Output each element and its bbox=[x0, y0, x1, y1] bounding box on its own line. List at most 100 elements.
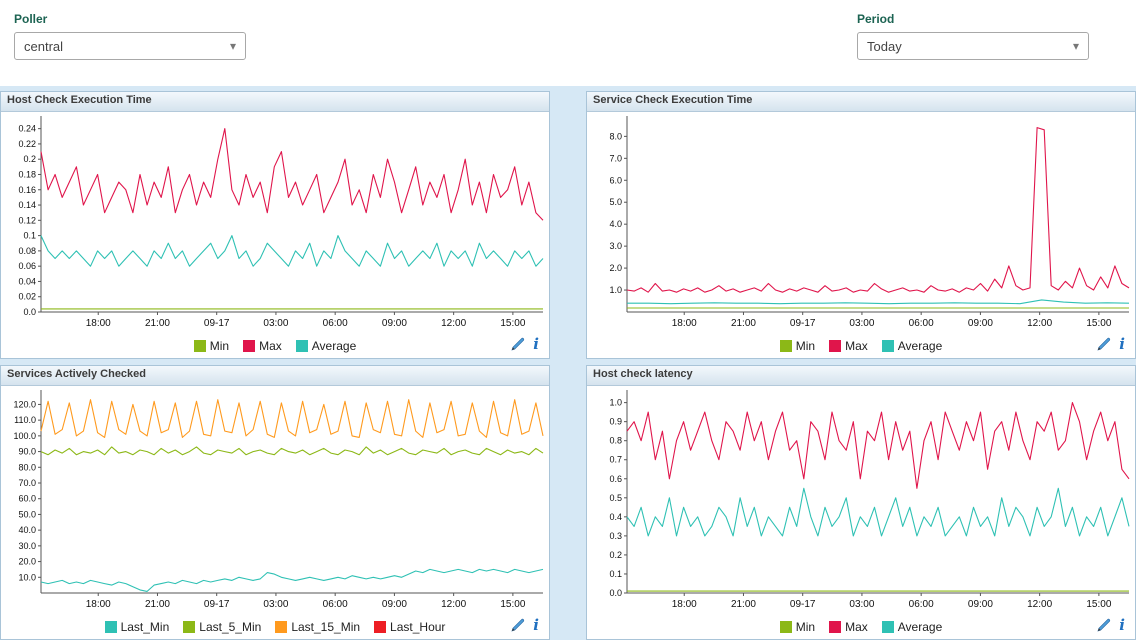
svg-text:0.02: 0.02 bbox=[18, 292, 36, 302]
svg-text:09:00: 09:00 bbox=[968, 599, 993, 610]
svg-text:0.04: 0.04 bbox=[18, 276, 36, 286]
svg-text:5.0: 5.0 bbox=[609, 197, 622, 207]
svg-text:90.0: 90.0 bbox=[18, 447, 36, 457]
poller-filter-group: Poller central ▾ bbox=[14, 12, 246, 60]
panel-title: Host Check Execution Time bbox=[1, 92, 549, 112]
svg-text:50.0: 50.0 bbox=[18, 509, 36, 519]
svg-text:0.8: 0.8 bbox=[609, 436, 622, 446]
pencil-icon[interactable] bbox=[511, 337, 525, 351]
svg-text:0.5: 0.5 bbox=[609, 493, 622, 503]
svg-text:0.08: 0.08 bbox=[18, 246, 36, 256]
svg-text:06:00: 06:00 bbox=[323, 599, 348, 610]
period-select[interactable]: Today ▾ bbox=[857, 32, 1089, 60]
svg-text:03:00: 03:00 bbox=[849, 599, 874, 610]
panel-footer: MinMaxAverage i bbox=[587, 615, 1135, 639]
poller-select[interactable]: central ▾ bbox=[14, 32, 246, 60]
svg-text:15:00: 15:00 bbox=[500, 599, 525, 610]
svg-text:0.2: 0.2 bbox=[23, 154, 36, 164]
svg-text:06:00: 06:00 bbox=[909, 318, 934, 329]
svg-text:0.22: 0.22 bbox=[18, 139, 36, 149]
svg-text:15:00: 15:00 bbox=[1086, 599, 1111, 610]
chart-host-check-execution-time: 0.00.020.040.060.080.10.120.140.160.180.… bbox=[1, 112, 549, 334]
poller-select-value: central bbox=[24, 39, 63, 54]
legend-item-last_hour: Last_Hour bbox=[374, 620, 445, 634]
legend-item-max: Max bbox=[829, 620, 868, 634]
legend-swatch-icon bbox=[296, 340, 308, 352]
svg-text:06:00: 06:00 bbox=[909, 599, 934, 610]
svg-text:0.3: 0.3 bbox=[609, 531, 622, 541]
svg-text:09:00: 09:00 bbox=[382, 318, 407, 329]
svg-text:12:00: 12:00 bbox=[1027, 318, 1052, 329]
panel-actions: i bbox=[1097, 337, 1125, 351]
legend-label: Max bbox=[845, 339, 868, 353]
legend-swatch-icon bbox=[183, 621, 195, 633]
svg-text:21:00: 21:00 bbox=[145, 318, 170, 329]
svg-text:0.0: 0.0 bbox=[609, 588, 622, 598]
svg-text:0.12: 0.12 bbox=[18, 215, 36, 225]
panel-title: Service Check Execution Time bbox=[587, 92, 1135, 112]
svg-text:0.1: 0.1 bbox=[23, 231, 36, 241]
svg-text:100.0: 100.0 bbox=[13, 431, 36, 441]
svg-text:30.0: 30.0 bbox=[18, 541, 36, 551]
legend-label: Max bbox=[845, 620, 868, 634]
legend-swatch-icon bbox=[829, 340, 841, 352]
legend-label: Min bbox=[210, 339, 229, 353]
svg-text:15:00: 15:00 bbox=[500, 318, 525, 329]
info-icon[interactable]: i bbox=[1119, 618, 1125, 632]
legend-item-max: Max bbox=[829, 339, 868, 353]
svg-text:0.2: 0.2 bbox=[609, 550, 622, 560]
svg-text:18:00: 18:00 bbox=[672, 318, 697, 329]
svg-text:1.0: 1.0 bbox=[609, 398, 622, 408]
svg-text:10.0: 10.0 bbox=[18, 572, 36, 582]
svg-text:60.0: 60.0 bbox=[18, 494, 36, 504]
legend-label: Average bbox=[898, 620, 942, 634]
chart-host-check-latency: 0.00.10.20.30.40.50.60.70.80.91.018:0021… bbox=[587, 386, 1135, 615]
svg-text:09:00: 09:00 bbox=[968, 318, 993, 329]
panel-host-check-execution-time: Host Check Execution Time 0.0 0.02 0.04 0.0… bbox=[0, 91, 550, 359]
svg-text:0.14: 0.14 bbox=[18, 200, 36, 210]
svg-text:18:00: 18:00 bbox=[86, 599, 111, 610]
svg-text:0.0: 0.0 bbox=[23, 307, 36, 317]
pencil-icon[interactable] bbox=[511, 618, 525, 632]
svg-text:0.4: 0.4 bbox=[609, 512, 622, 522]
legend-label: Average bbox=[898, 339, 942, 353]
panel-services-actively-checked: Services Actively Checked 10.020.030.040… bbox=[0, 365, 550, 640]
panel-actions: i bbox=[1097, 618, 1125, 632]
chevron-down-icon: ▾ bbox=[230, 39, 236, 53]
dashboard-grid: Host Check Execution Time 0.0 0.02 0.04 0.0… bbox=[0, 86, 1136, 640]
pencil-icon[interactable] bbox=[1097, 618, 1111, 632]
panel-footer: MinMaxAverage i bbox=[587, 334, 1135, 358]
svg-text:4.0: 4.0 bbox=[609, 219, 622, 229]
svg-text:70.0: 70.0 bbox=[18, 478, 36, 488]
legend-item-min: Min bbox=[194, 339, 229, 353]
panel-footer: MinMaxAverage i bbox=[1, 334, 549, 358]
svg-text:06:00: 06:00 bbox=[323, 318, 348, 329]
pencil-icon[interactable] bbox=[1097, 337, 1111, 351]
filter-bar: Poller central ▾ Period Today ▾ bbox=[0, 0, 1136, 86]
svg-text:09-17: 09-17 bbox=[790, 599, 816, 610]
panel-title: Services Actively Checked bbox=[1, 366, 549, 386]
period-label: Period bbox=[857, 12, 1089, 26]
svg-text:120.0: 120.0 bbox=[13, 399, 36, 409]
svg-text:12:00: 12:00 bbox=[441, 599, 466, 610]
chart-legend: MinMaxAverage bbox=[780, 620, 943, 634]
legend-swatch-icon bbox=[194, 340, 206, 352]
info-icon[interactable]: i bbox=[1119, 337, 1125, 351]
svg-text:12:00: 12:00 bbox=[441, 318, 466, 329]
legend-label: Last_Hour bbox=[390, 620, 445, 634]
period-filter-group: Period Today ▾ bbox=[857, 12, 1089, 60]
svg-text:18:00: 18:00 bbox=[672, 599, 697, 610]
svg-text:0.18: 0.18 bbox=[18, 169, 36, 179]
info-icon[interactable]: i bbox=[533, 337, 539, 351]
legend-item-max: Max bbox=[243, 339, 282, 353]
info-icon[interactable]: i bbox=[533, 618, 539, 632]
legend-swatch-icon bbox=[275, 621, 287, 633]
svg-text:21:00: 21:00 bbox=[731, 318, 756, 329]
svg-text:21:00: 21:00 bbox=[145, 599, 170, 610]
chart-services-actively-checked: 10.020.030.040.050.060.070.080.090.0100.… bbox=[1, 386, 549, 615]
legend-swatch-icon bbox=[374, 621, 386, 633]
svg-text:03:00: 03:00 bbox=[849, 318, 874, 329]
svg-text:8.0: 8.0 bbox=[609, 131, 622, 141]
legend-item-last_min: Last_Min bbox=[105, 620, 170, 634]
legend-item-last_5_min: Last_5_Min bbox=[183, 620, 261, 634]
